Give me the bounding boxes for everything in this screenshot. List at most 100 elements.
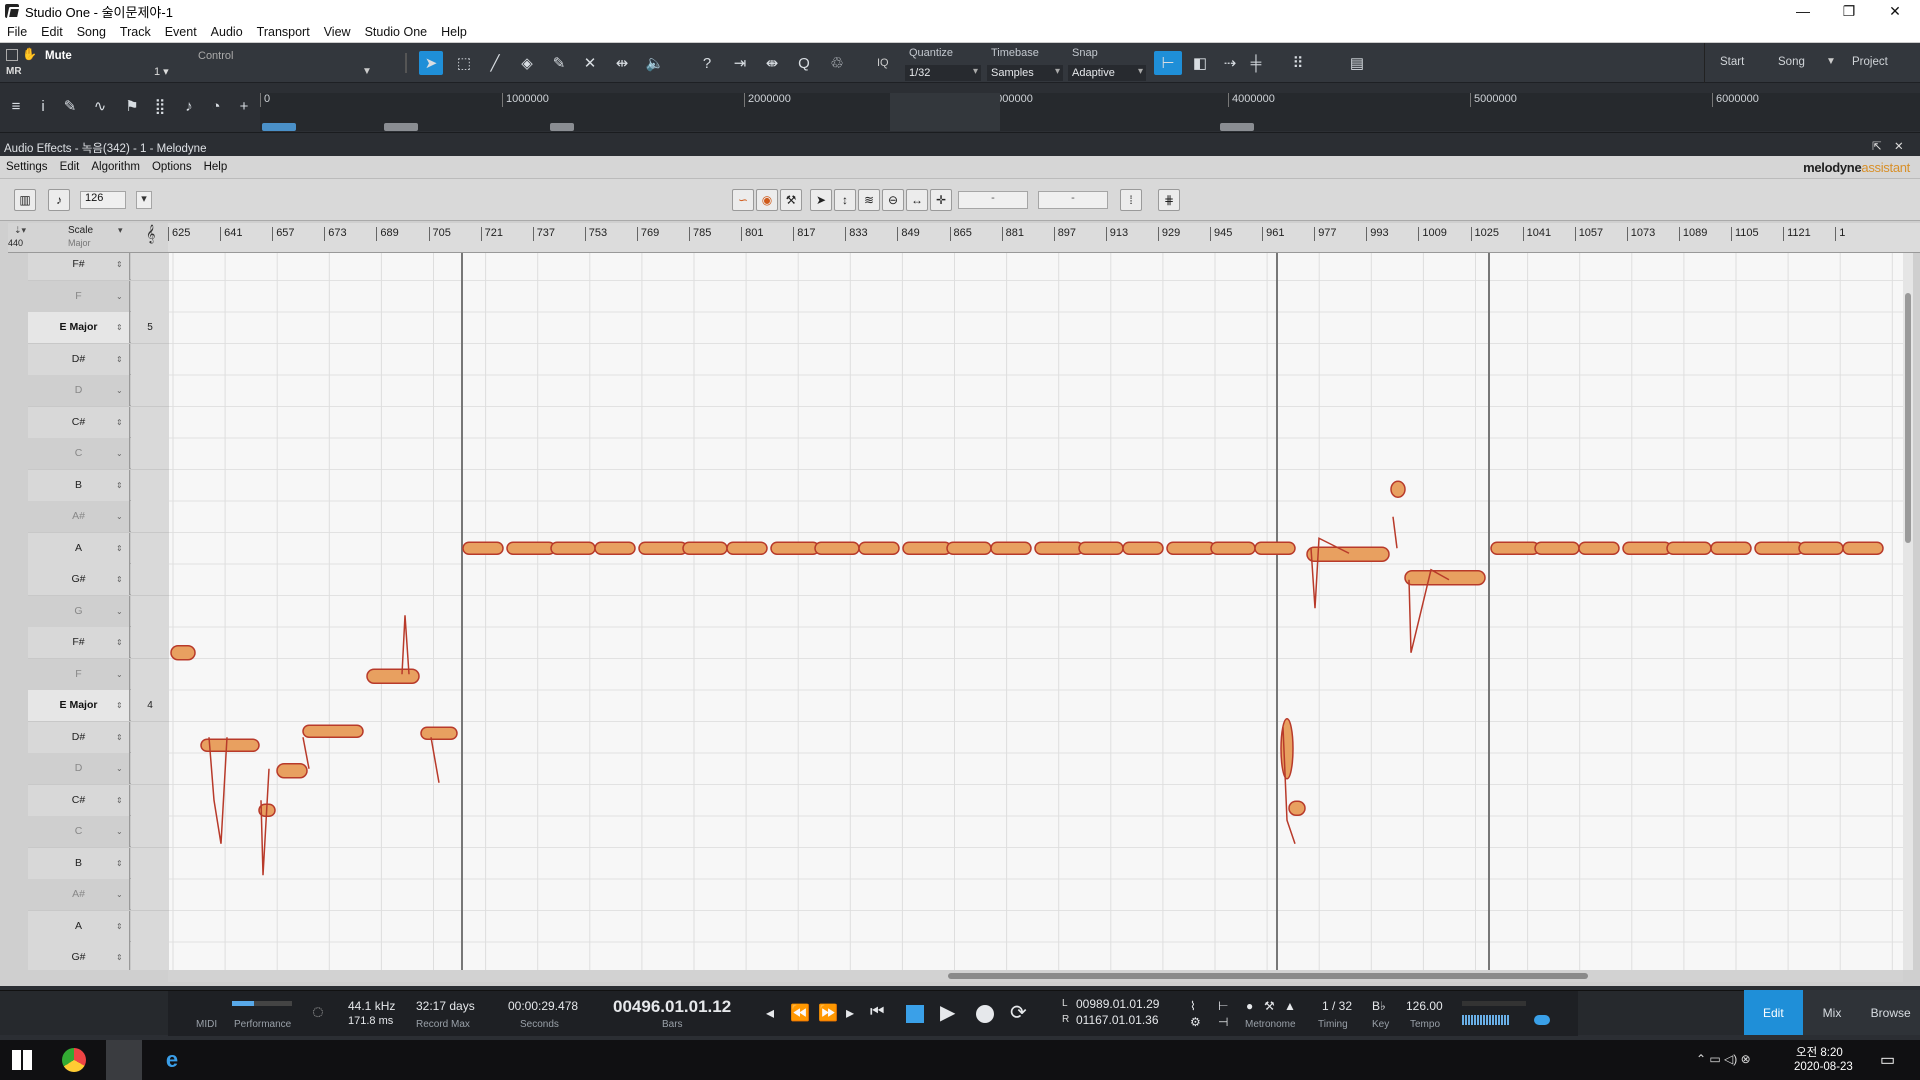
pitch-toggle-icon[interactable]: ⌄ <box>116 890 123 899</box>
menu-edit[interactable]: Edit <box>34 25 70 39</box>
pitch-toggle-icon[interactable]: ⇕ <box>116 260 123 269</box>
internet-explorer-icon[interactable]: e <box>160 1048 184 1072</box>
chord-icon[interactable]: ♪ <box>177 94 201 118</box>
pitch-toggle-icon[interactable]: ⇕ <box>116 418 123 427</box>
horizontal-scroll-thumb[interactable] <box>948 973 1588 979</box>
macro-timing-icon[interactable]: ◉ <box>756 189 778 211</box>
windows-start-icon[interactable] <box>12 1050 32 1070</box>
scale-label[interactable]: Scale <box>68 225 93 236</box>
minimize-button[interactable]: — <box>1780 0 1826 22</box>
quantize-select[interactable]: 1/32 <box>905 65 981 81</box>
pitch-row[interactable]: F ⌄ <box>28 280 169 312</box>
pitch-toggle-icon[interactable]: ⇕ <box>116 953 123 962</box>
previous-marker-icon[interactable]: ◂ <box>766 1003 774 1023</box>
locate-icon[interactable]: ⇼ <box>760 51 784 75</box>
main-tool-icon[interactable]: ➤ <box>810 189 832 211</box>
snap-events-icon[interactable]: ◧ <box>1188 51 1212 75</box>
pitch-row[interactable]: B ⇕ <box>28 469 169 501</box>
pitch-toggle-icon[interactable]: ⌄ <box>116 386 123 395</box>
pitch-toggle-icon[interactable]: ⇕ <box>116 859 123 868</box>
pitch-toggle-icon[interactable]: ⌄ <box>116 512 123 521</box>
loop-icon[interactable]: ⟳ <box>1010 1000 1027 1025</box>
maximize-button[interactable]: ❐ <box>1826 0 1872 22</box>
pitch-row[interactable]: A ⇕ <box>28 532 169 564</box>
tempo-sync-icon[interactable]: ♪ <box>48 189 70 211</box>
menu-transport[interactable]: Transport <box>250 25 317 39</box>
song-dropdown-icon[interactable]: ▼ <box>1826 56 1836 67</box>
hand-icon[interactable]: ✋ <box>22 47 37 61</box>
pitch-row[interactable]: C# ⇕ <box>28 406 169 438</box>
mute-tool-icon[interactable]: ✕ <box>578 51 602 75</box>
menu-audio[interactable]: Audio <box>204 25 250 39</box>
menu-help[interactable]: Help <box>434 25 474 39</box>
volume-knob[interactable] <box>1534 1015 1550 1025</box>
modulation-tool-icon[interactable]: ≋ <box>858 189 880 211</box>
seconds-value[interactable]: 00:00:29.478 <box>508 999 578 1013</box>
loop-end-value[interactable]: 01167.01.01.36 <box>1076 1013 1159 1027</box>
arrangement-marker[interactable] <box>262 123 296 131</box>
note-editor-grid[interactable] <box>169 253 1903 970</box>
clock-time[interactable]: 오전 8:20 <box>1796 1044 1843 1060</box>
key-value[interactable]: B♭ <box>1372 999 1386 1013</box>
add-track-icon[interactable]: + <box>232 94 256 118</box>
loop-range[interactable] <box>890 93 1000 131</box>
notifications-icon[interactable]: ▭ <box>1880 1050 1895 1070</box>
sidebar-toggle-icon[interactable]: ▥ <box>14 189 36 211</box>
pitch-toggle-icon[interactable]: ⌄ <box>116 827 123 836</box>
parameter-field-2[interactable]: - <box>1038 191 1108 209</box>
pitch-toggle-icon[interactable]: ⇕ <box>116 544 123 553</box>
record-icon[interactable] <box>976 1005 994 1023</box>
pitch-tool-icon[interactable]: ↕ <box>834 189 856 211</box>
pitch-row[interactable]: F# ⇕ <box>28 253 169 280</box>
scale-dropdown-icon[interactable]: ▾ <box>118 225 123 236</box>
eraser-tool-icon[interactable]: ◈ <box>515 51 539 75</box>
precount-icon[interactable]: ⌇ <box>1190 999 1196 1013</box>
autoscroll-icon[interactable]: ⇥ <box>728 51 752 75</box>
snap-split-icon[interactable]: ╪ <box>1244 51 1268 75</box>
arrangement-marker[interactable] <box>1220 123 1254 131</box>
bars-value[interactable]: 00496.01.01.12 <box>613 997 731 1017</box>
help-icon[interactable]: ? <box>695 51 719 75</box>
channel-select[interactable]: 1 ▾ <box>154 65 169 78</box>
vertical-scroll-thumb[interactable] <box>1905 293 1911 543</box>
timing-tool-icon[interactable]: ↔ <box>906 189 928 211</box>
snap-cursor-icon[interactable]: ⇢ <box>1218 51 1242 75</box>
amplitude-tool-icon[interactable]: ⊖ <box>882 189 904 211</box>
edit-tab[interactable]: Edit <box>1744 990 1803 1035</box>
mix-tab[interactable]: Mix <box>1802 990 1862 1035</box>
pitch-toggle-icon[interactable]: ⇕ <box>116 481 123 490</box>
tempo-field[interactable]: 126 <box>80 191 126 209</box>
macro-pitch-icon[interactable]: ∽ <box>732 189 754 211</box>
note-blobs-canvas[interactable] <box>169 253 1903 970</box>
grid-options-icon[interactable]: ⠿ <box>1286 51 1310 75</box>
return-to-zero-icon[interactable]: ⏮ <box>870 1003 884 1021</box>
menu-studio-one[interactable]: Studio One <box>358 25 435 39</box>
pitch-row[interactable]: D ⌄ <box>28 375 169 406</box>
pitch-toggle-icon[interactable]: ⌄ <box>116 607 123 616</box>
listen-tool-icon[interactable]: 🔈 <box>643 51 667 75</box>
studio-one-taskbar-icon[interactable] <box>106 1040 142 1080</box>
mel-menu-edit[interactable]: Edit <box>54 161 86 173</box>
arrangement-marker[interactable] <box>384 123 418 131</box>
menu-track[interactable]: Track <box>113 25 158 39</box>
pitch-row[interactable]: G# ⇕ <box>28 564 169 595</box>
parameter-field-1[interactable]: - <box>958 191 1028 209</box>
note-separation-icon[interactable]: ✛ <box>930 189 952 211</box>
pitch-toggle-icon[interactable]: ⇕ <box>116 733 123 742</box>
automation-icon[interactable]: ∿ <box>88 94 112 118</box>
arrangement-ruler[interactable]: 0 1000000 2000000 3000000 4000000 500000… <box>260 93 1920 131</box>
mel-menu-settings[interactable]: Settings <box>0 161 54 173</box>
start-page-button[interactable]: Start <box>1720 56 1744 68</box>
macro-tool-icon[interactable]: ⚒ <box>780 189 802 211</box>
mel-menu-options[interactable]: Options <box>146 161 198 173</box>
pitch-row[interactable]: A# ⌄ <box>28 501 169 532</box>
pitch-row[interactable]: E Major ⇕ 5 <box>28 312 169 343</box>
pitch-row[interactable]: G# ⇕ <box>28 942 169 970</box>
pitch-toggle-icon[interactable]: ⇕ <box>116 796 123 805</box>
stop-icon[interactable] <box>906 1005 924 1023</box>
pitch-toggle-icon[interactable]: ⇕ <box>116 638 123 647</box>
play-icon[interactable]: ▶ <box>940 1000 955 1025</box>
timing-value[interactable]: 1 / 32 <box>1322 999 1352 1013</box>
pitch-row[interactable]: D# ⇕ <box>28 721 169 753</box>
pitch-row[interactable]: B ⇕ <box>28 847 169 879</box>
